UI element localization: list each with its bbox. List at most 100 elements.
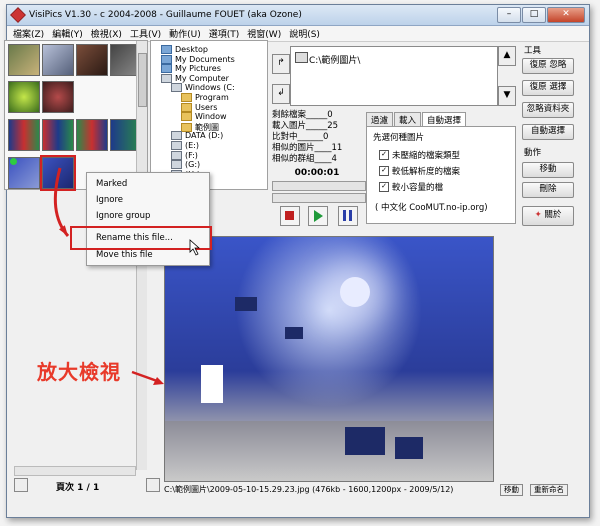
preview-window-shape	[201, 365, 223, 403]
stat-similar-groups: 相似的群組____4	[272, 154, 337, 164]
menu-file[interactable]: 檔案(Z)	[13, 27, 44, 40]
menu-item-ignore-group[interactable]: Ignore group	[96, 211, 150, 221]
image-preview[interactable]	[164, 236, 494, 482]
thumbnail-selected[interactable]	[40, 155, 76, 191]
folder-tree-item[interactable]: (G:)	[171, 160, 201, 170]
checkbox-uncompressed[interactable]: ✓	[379, 150, 389, 160]
drive-icon	[161, 73, 172, 83]
preview-chair	[285, 327, 303, 339]
folder-tree-label: My Computer	[175, 73, 229, 83]
title-bar: VisiPics V1.30 - c 2004-2008 - Guillaume…	[7, 5, 589, 26]
folder-tree-item[interactable]: Users	[181, 102, 218, 112]
folder-tree-label: My Documents	[175, 54, 235, 64]
folder-tree-item[interactable]: (E:)	[171, 141, 199, 150]
option-smaller-size-label: 較小容量的檔	[392, 183, 444, 193]
thumbnail[interactable]	[42, 119, 74, 151]
autoselect-panel: 先選何種圖片 ✓ 未壓縮的檔案類型 ✓ 較低解析度的檔案 ✓ 較小容量的檔 ( 中文化…	[366, 126, 516, 224]
footer-move-button[interactable]: 移動	[500, 484, 523, 496]
folder-icon	[181, 102, 192, 112]
pause-button[interactable]	[338, 206, 358, 226]
play-button[interactable]	[308, 206, 328, 226]
folder-tree[interactable]: Desktop My Documents My Pictures My Compute…	[150, 40, 268, 190]
checkbox-smaller-size[interactable]: ✓	[379, 182, 389, 192]
path-entry[interactable]: C:\範例圖片\	[309, 53, 360, 66]
folder-tree-item[interactable]: My Pictures	[161, 64, 221, 74]
folder-subdir-icon	[295, 52, 308, 63]
add-path-button[interactable]: ↱	[272, 54, 290, 74]
checkbox-lower-resolution[interactable]: ✓	[379, 166, 389, 176]
thumbnail[interactable]	[8, 81, 40, 113]
delete-button[interactable]: 刪除	[522, 182, 574, 198]
ignore-folder-button[interactable]: 忽略資料夾	[522, 102, 574, 118]
elapsed-timer: 00:00:01	[294, 168, 340, 178]
menu-item-marked[interactable]: Marked	[96, 179, 127, 189]
thumbnail[interactable]	[42, 81, 74, 113]
footer-rename-button[interactable]: 重新命名	[530, 484, 568, 496]
folder-tree-label: (G:)	[185, 160, 201, 170]
menu-help[interactable]: 說明(S)	[289, 27, 320, 40]
minimize-button[interactable]: –	[497, 7, 521, 23]
close-button[interactable]: ✕	[547, 7, 585, 23]
thumbnail[interactable]	[42, 44, 74, 76]
menu-edit[interactable]: 編輯(Y)	[52, 27, 83, 40]
path-down-button[interactable]: ▼	[498, 86, 516, 106]
thumbnail[interactable]	[8, 119, 40, 151]
move-button[interactable]: 移動	[522, 162, 574, 178]
maximize-button[interactable]: □	[522, 7, 546, 23]
about-icon: ✦	[534, 210, 542, 220]
folder-tree-item[interactable]: (F:)	[171, 150, 198, 160]
menu-options[interactable]: 選項(T)	[209, 27, 240, 40]
menu-item-move[interactable]: Move this file	[96, 250, 153, 260]
next-page-icon[interactable]	[146, 478, 160, 492]
about-button[interactable]: ✦ 關於	[522, 206, 574, 226]
thumbnail[interactable]	[8, 44, 40, 76]
undo-select-button[interactable]: 復原 選擇	[522, 80, 574, 96]
tab-filter[interactable]: 過濾	[366, 112, 394, 126]
about-label: 關於	[544, 210, 562, 220]
tab-load[interactable]: 載入	[394, 112, 422, 126]
auto-select-button[interactable]: 自動選擇	[522, 124, 574, 140]
folder-tree-item[interactable]: Program	[181, 93, 229, 102]
zoom-view-annotation: 放大檢視	[37, 360, 121, 384]
preview-chair	[235, 297, 257, 311]
drive-icon	[171, 150, 182, 160]
drive-icon	[171, 83, 182, 93]
folder-tree-item[interactable]: Window	[181, 112, 227, 122]
folder-tree-item[interactable]: Desktop	[161, 45, 208, 54]
menu-item-ignore[interactable]: Ignore	[96, 195, 123, 205]
path-up-button[interactable]: ▲	[498, 46, 516, 66]
folder-icon	[161, 54, 172, 64]
stat-remaining: 剩餘檔案_____0	[272, 110, 333, 120]
tab-autoselect[interactable]: 自動選擇	[422, 112, 467, 126]
menu-tools[interactable]: 工具(V)	[130, 27, 161, 40]
folder-tree-item[interactable]: My Documents	[161, 54, 235, 64]
thumbnail-pane[interactable]	[4, 40, 148, 191]
menu-window[interactable]: 視窗(W)	[247, 27, 281, 40]
folder-tree-label: Desktop	[175, 45, 208, 54]
undo-ignore-button[interactable]: 復原 忽略	[522, 58, 574, 74]
folder-tree-item[interactable]: Windows (C:	[171, 83, 235, 93]
drive-icon	[171, 141, 182, 150]
stop-button[interactable]	[280, 206, 300, 226]
folder-tree-label: (F:)	[185, 150, 198, 160]
path-list[interactable]: C:\範例圖片\	[290, 46, 498, 106]
drive-icon	[171, 131, 182, 141]
file-status: C:\範例圖片\2009-05-10-15.29.23.jpg (476kb -…	[164, 485, 454, 494]
thumbnail[interactable]	[76, 119, 108, 151]
thumbnail[interactable]	[76, 44, 108, 76]
remove-path-button[interactable]: ↲	[272, 84, 290, 104]
rename-highlight-box	[70, 226, 212, 250]
folder-tree-label: Users	[195, 102, 218, 112]
menu-view[interactable]: 檢視(X)	[91, 27, 122, 40]
stat-loaded: 載入圖片_____25	[272, 121, 339, 131]
preview-sunlight	[340, 277, 370, 307]
thumbnail-scrollbar[interactable]	[136, 41, 147, 189]
option-lower-resolution-label: 較低解析度的檔案	[392, 167, 461, 177]
prev-page-icon[interactable]	[14, 478, 28, 492]
folder-icon	[181, 112, 192, 122]
status-dot-icon	[10, 158, 17, 165]
folder-tree-item[interactable]: DATA (D:)	[171, 131, 223, 141]
folder-tree-item[interactable]: My Computer	[161, 73, 229, 83]
thumbnail-lower-hscroll[interactable]	[14, 466, 136, 476]
menu-action[interactable]: 動作(U)	[169, 27, 201, 40]
